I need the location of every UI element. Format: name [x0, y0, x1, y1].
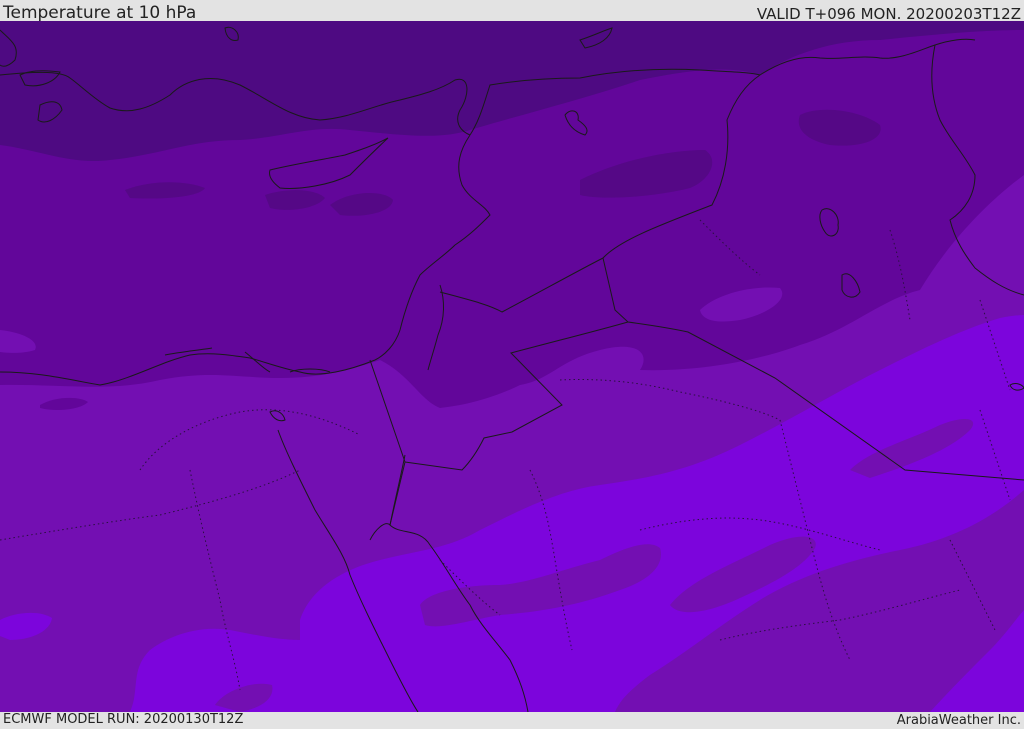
temperature-map[interactable]	[0, 21, 1024, 712]
credit-label: ArabiaWeather Inc.	[896, 713, 1021, 728]
footer-bar: ECMWF MODEL RUN: 20200130T12Z ArabiaWeat…	[0, 712, 1024, 729]
map-canvas	[0, 21, 1024, 712]
map-title: Temperature at 10 hPa	[3, 3, 197, 23]
header-bar: Temperature at 10 hPa VALID T+096 MON. 2…	[0, 0, 1024, 23]
model-run-label: ECMWF MODEL RUN: 20200130T12Z	[3, 712, 244, 727]
